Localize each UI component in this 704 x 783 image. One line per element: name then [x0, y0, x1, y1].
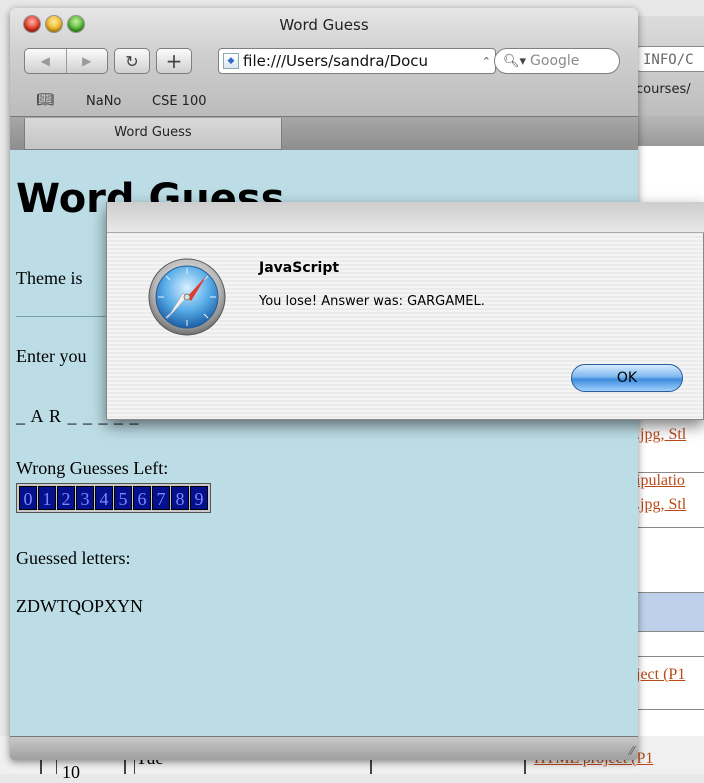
forward-arrow-icon: ▶: [82, 54, 92, 68]
dialog-title: JavaScript: [259, 260, 340, 276]
background-link[interactable]: .jpg, Stl: [636, 426, 686, 444]
search-placeholder: Google: [530, 53, 580, 69]
enter-guess-prompt: Enter you: [16, 346, 87, 366]
guess-digit: 2: [57, 486, 75, 510]
background-link[interactable]: ipulatio: [636, 472, 685, 490]
tab-word-guess[interactable]: Word Guess: [24, 118, 282, 150]
status-bar: ⁄⁄: [10, 736, 638, 760]
address-field[interactable]: ◆ file:///Users/sandra/Docu ⌃: [218, 48, 496, 74]
forward-button[interactable]: ▶: [67, 49, 108, 73]
guess-digit: 6: [133, 486, 151, 510]
search-field[interactable]: 🔍︎▾ Google: [494, 48, 620, 74]
guess-digit: 1: [38, 486, 56, 510]
background-cell-number: 10: [62, 762, 80, 782]
guess-digit: 7: [152, 486, 170, 510]
guess-digit: 3: [76, 486, 94, 510]
guess-digit: 9: [190, 486, 208, 510]
guess-digit: 0: [19, 486, 37, 510]
window-title: Word Guess: [279, 16, 369, 34]
horizontal-rule: [16, 316, 116, 317]
page-icon: ◆: [223, 53, 239, 69]
back-arrow-icon: ◀: [40, 54, 50, 68]
wrong-guesses-meter: 0 1 2 3 4 5 6 7 8 9: [16, 483, 211, 513]
guess-digit: 5: [114, 486, 132, 510]
guess-digit: 8: [171, 486, 189, 510]
bookmark-item-cse100[interactable]: CSE 100: [152, 94, 207, 109]
address-text: file:///Users/sandra/Docu: [243, 52, 429, 70]
reload-button[interactable]: ↻: [114, 48, 150, 74]
guess-digit: 4: [95, 486, 113, 510]
background-bookmark-text: courses/: [636, 82, 691, 97]
search-icon: 🔍︎▾: [503, 53, 527, 69]
bookmark-item-nano[interactable]: NaNo: [86, 94, 121, 109]
safari-compass-icon: [148, 258, 226, 336]
dialog-message: You lose! Answer was: GARGAMEL.: [259, 294, 485, 309]
back-forward-buttons: ◀ ▶: [24, 48, 108, 74]
background-link[interactable]: .jpg, Stl: [636, 496, 686, 514]
resize-grip-icon[interactable]: ⁄⁄: [630, 744, 634, 758]
bookmarks-book-icon[interactable]: 📖︎: [36, 92, 54, 108]
plus-icon: +: [165, 49, 183, 73]
dialog-header-bar: [107, 202, 704, 233]
background-link[interactable]: ject (P1: [636, 666, 685, 684]
address-scroll-icon: ⌃: [481, 54, 491, 68]
guessed-letters: ZDWTQOPXYN: [16, 596, 143, 616]
theme-text: Theme is: [16, 268, 83, 288]
back-button[interactable]: ◀: [25, 49, 67, 73]
javascript-alert-dialog: JavaScript You lose! Answer was: GARGAME…: [106, 202, 704, 420]
reload-icon: ↻: [125, 51, 139, 71]
guessed-letters-label: Guessed letters:: [16, 548, 131, 568]
wrong-guesses-label: Wrong Guesses Left:: [16, 458, 169, 478]
background-address-field[interactable]: INFO/C: [636, 46, 704, 72]
add-bookmark-button[interactable]: +: [156, 48, 192, 74]
ok-button[interactable]: OK: [571, 364, 683, 392]
